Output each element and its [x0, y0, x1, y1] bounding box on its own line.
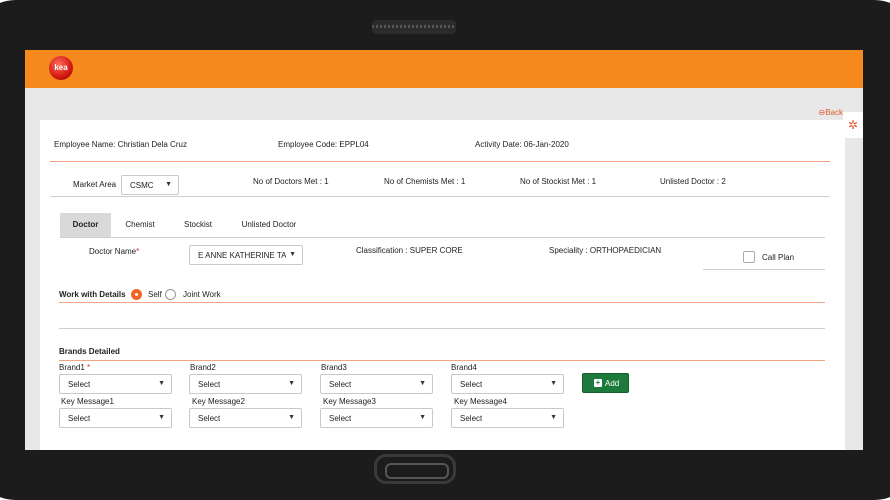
chevron-down-icon: ▼ [158, 380, 165, 387]
activity-date: Activity Date: 06-Jan-2020 [475, 140, 569, 149]
doctor-name-value: E ANNE KATHERINE TA [198, 251, 286, 260]
classification: Classification : SUPER CORE [356, 246, 463, 255]
call-plan-checkbox[interactable] [743, 251, 755, 263]
tab-doctor[interactable]: Doctor [60, 213, 111, 237]
stockist-met: No of Stockist Met : 1 [520, 177, 597, 186]
market-area-select[interactable]: CSMC ▼ [121, 175, 179, 195]
tab-chemist[interactable]: Chemist [115, 213, 165, 237]
doctor-name-select[interactable]: E ANNE KATHERINE TA ▼ [189, 245, 303, 265]
key-message4-value: Select [460, 414, 483, 423]
brand4-select[interactable]: Select ▼ [451, 374, 564, 394]
key-message1-value: Select [68, 414, 91, 423]
doctor-name-text: Doctor Name [89, 247, 137, 256]
key-message1-select[interactable]: Select ▼ [59, 408, 172, 428]
brands-detailed-label: Brands Detailed [59, 347, 120, 356]
brand2-value: Select [198, 380, 221, 389]
chevron-down-icon: ▼ [419, 414, 426, 421]
joint-work-radio[interactable] [165, 289, 176, 300]
key-message4-label: Key Message4 [454, 397, 507, 406]
add-label: Add [605, 379, 620, 388]
employee-name: Employee Name: Christian Dela Cruz [54, 140, 187, 149]
app-logo: kea [49, 56, 73, 80]
brand4-value: Select [460, 380, 483, 389]
brand1-text: Brand1 [59, 363, 85, 372]
brand2-label: Brand2 [190, 363, 216, 372]
self-label: Self [148, 290, 162, 299]
doctor-name-label: Doctor Name* [89, 247, 139, 256]
speaker-grille [372, 20, 456, 34]
required-mark: * [136, 247, 140, 256]
key-message1-label: Key Message1 [61, 397, 114, 406]
key-message4-select[interactable]: Select ▼ [451, 408, 564, 428]
doctors-met: No of Doctors Met : 1 [253, 177, 329, 186]
brand3-label: Brand3 [321, 363, 347, 372]
brand2-select[interactable]: Select ▼ [189, 374, 302, 394]
chevron-down-icon: ▼ [288, 380, 295, 387]
work-with-divider [59, 302, 825, 303]
home-button[interactable] [374, 454, 456, 484]
call-plan-label: Call Plan [762, 253, 795, 262]
gear-icon[interactable]: ✲ [843, 112, 863, 138]
tab-divider [60, 237, 825, 238]
market-area-value: CSMC [130, 181, 154, 190]
summary-divider [50, 196, 830, 197]
unlisted-doctor-count: Unlisted Doctor : 2 [660, 177, 726, 186]
chevron-down-icon: ▼ [550, 380, 557, 387]
key-message3-value: Select [329, 414, 352, 423]
self-radio[interactable] [131, 289, 142, 300]
joint-work-label: Joint Work [183, 290, 221, 299]
brand3-value: Select [329, 380, 352, 389]
key-message2-value: Select [198, 414, 221, 423]
key-message3-select[interactable]: Select ▼ [320, 408, 433, 428]
add-brand-button[interactable]: + Add [582, 373, 629, 393]
work-with-label: Work with Details [59, 290, 126, 299]
brand3-select[interactable]: Select ▼ [320, 374, 433, 394]
speciality: Speciality : ORTHOPAEDICIAN [549, 246, 662, 255]
required-mark: * [87, 363, 91, 372]
chevron-down-icon: ▼ [288, 414, 295, 421]
brand4-label: Brand4 [451, 363, 477, 372]
key-message3-label: Key Message3 [323, 397, 376, 406]
plus-icon: + [594, 378, 602, 387]
employee-code: Employee Code: EPPL04 [278, 140, 369, 149]
chevron-down-icon: ▼ [289, 251, 296, 258]
app-screen: kea ⊖Back ✲ Employee Name: Christian Del… [25, 50, 863, 450]
section-divider [59, 328, 825, 329]
chevron-down-icon: ▼ [158, 414, 165, 421]
tab-stockist[interactable]: Stockist [172, 213, 224, 237]
market-area-label: Market Area [73, 180, 117, 189]
brands-divider [59, 360, 825, 361]
back-label[interactable]: Back [825, 108, 843, 117]
brand1-label: Brand1 * [59, 363, 90, 372]
key-message2-select[interactable]: Select ▼ [189, 408, 302, 428]
chevron-down-icon: ▼ [165, 181, 172, 188]
brand1-value: Select [68, 380, 91, 389]
chemists-met: No of Chemists Met : 1 [384, 177, 466, 186]
chevron-down-icon: ▼ [419, 380, 426, 387]
activity-card: Employee Name: Christian Dela Cruz Emplo… [40, 120, 845, 450]
key-message2-label: Key Message2 [192, 397, 245, 406]
call-plan-divider [703, 269, 825, 270]
back-link[interactable]: ⊖Back [819, 108, 844, 117]
brand1-select[interactable]: Select ▼ [59, 374, 172, 394]
chevron-down-icon: ▼ [550, 414, 557, 421]
app-header-bar: kea [25, 50, 863, 88]
tab-unlisted-doctor[interactable]: Unlisted Doctor [232, 213, 306, 237]
header-divider [50, 161, 830, 162]
